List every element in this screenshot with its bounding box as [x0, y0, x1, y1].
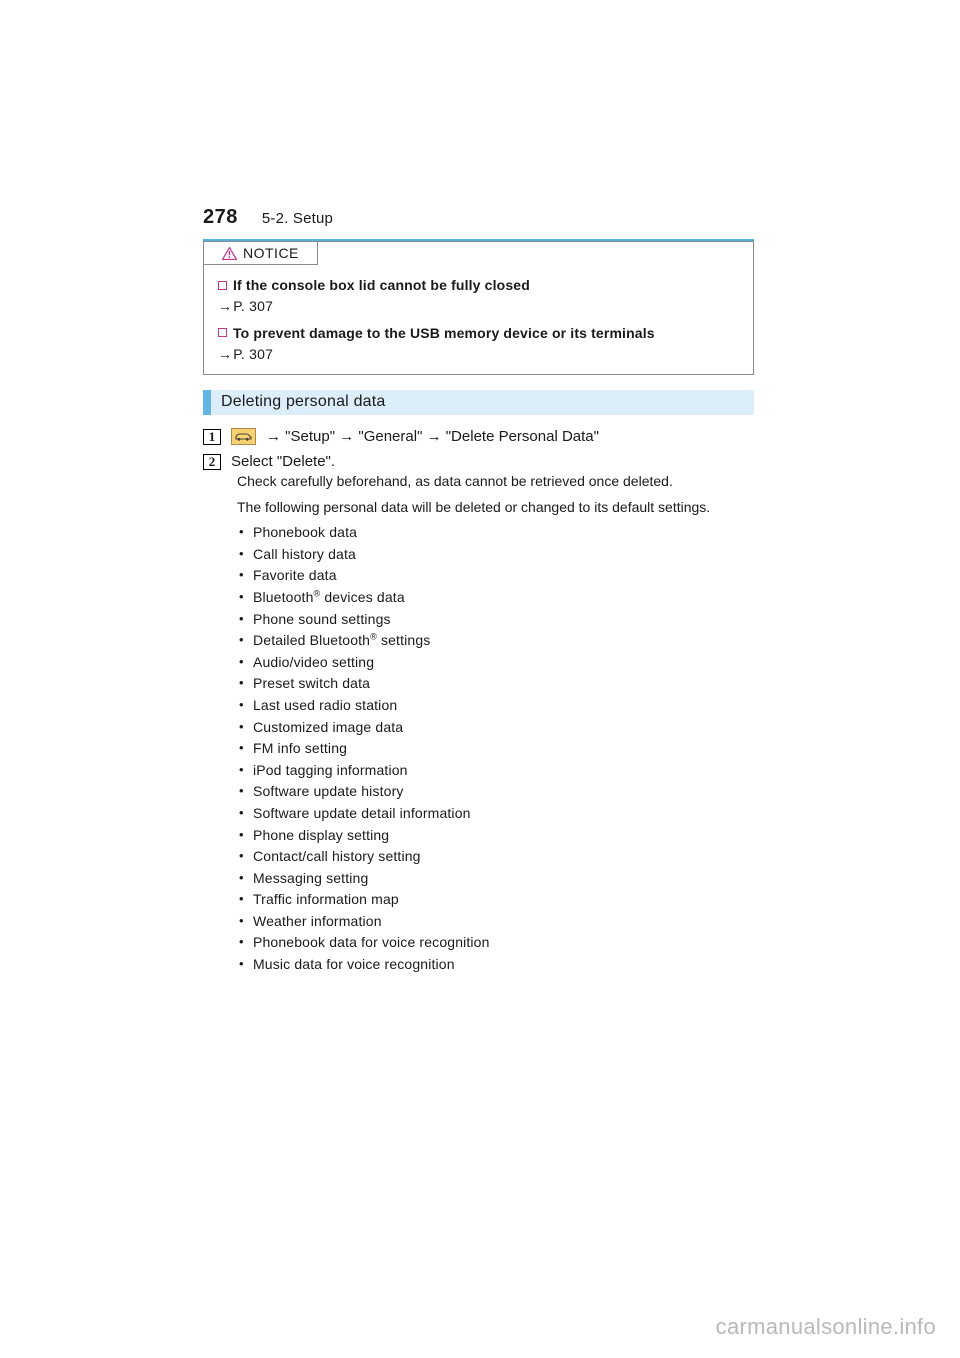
notice-heading-1-text: If the console box lid cannot be fully c… [233, 275, 530, 295]
notice-ref-1: P. 307 [218, 296, 739, 316]
step-details: Check carefully beforehand, as data cann… [237, 472, 754, 977]
notice-tab: NOTICE [204, 242, 318, 265]
notice-body: If the console box lid cannot be fully c… [204, 265, 753, 374]
step-number-1-icon: 1 [203, 429, 221, 445]
list-item: Detailed Bluetooth® settings [237, 631, 754, 651]
step-2-text: Select "Delete". [231, 453, 335, 470]
list-item: Music data for voice recognition [237, 955, 754, 975]
list-item: Phone display setting [237, 826, 754, 846]
notice-ref-2: P. 307 [218, 344, 739, 364]
watermark: carmanualsonline.info [716, 1314, 936, 1340]
car-button-icon [231, 428, 256, 445]
header-row: 278 5-2. Setup [203, 206, 754, 229]
list-item: Messaging setting [237, 869, 754, 889]
step-1-path: "Setup" "General" "Delete Personal Data" [266, 428, 599, 445]
list-item: Weather information [237, 912, 754, 932]
square-bullet-icon [218, 281, 227, 290]
list-item: FM info setting [237, 739, 754, 759]
list-item: Phonebook data for voice recognition [237, 933, 754, 953]
list-item: iPod tagging information [237, 761, 754, 781]
list-item: Bluetooth® devices data [237, 588, 754, 608]
list-item: Last used radio station [237, 696, 754, 716]
page-header: 278 5-2. Setup [203, 206, 754, 241]
note-2: The following personal data will be dele… [237, 498, 754, 518]
notice-tab-label: NOTICE [243, 245, 299, 261]
bullet-list: Phonebook data Call history data Favorit… [237, 523, 754, 974]
manual-page: 278 5-2. Setup NOTICE If the console box… [0, 0, 960, 1358]
step-number-2-icon: 2 [203, 454, 221, 470]
step-2: 2 Select "Delete". [203, 453, 754, 470]
list-item: Software update detail information [237, 804, 754, 824]
warning-triangle-icon [222, 247, 237, 260]
list-item: Phonebook data [237, 523, 754, 543]
list-item: Software update history [237, 782, 754, 802]
steps: 1 "Setup" "General" "Delete Personal Dat… [203, 420, 754, 470]
list-item: Call history data [237, 545, 754, 565]
list-item: Favorite data [237, 566, 754, 586]
step-1: 1 "Setup" "General" "Delete Personal Dat… [203, 428, 754, 445]
page-number: 278 [203, 206, 238, 229]
square-bullet-icon [218, 328, 227, 337]
list-item: Customized image data [237, 718, 754, 738]
list-item: Phone sound settings [237, 610, 754, 630]
list-item: Contact/call history setting [237, 847, 754, 867]
note-1: Check carefully beforehand, as data cann… [237, 472, 754, 492]
notice-heading-1: If the console box lid cannot be fully c… [218, 275, 739, 295]
notice-box: NOTICE If the console box lid cannot be … [203, 241, 754, 375]
section-heading: Deleting personal data [203, 390, 754, 415]
notice-heading-2-text: To prevent damage to the USB memory devi… [233, 323, 655, 343]
list-item: Audio/video setting [237, 653, 754, 673]
list-item: Traffic information map [237, 890, 754, 910]
notice-heading-2: To prevent damage to the USB memory devi… [218, 323, 739, 343]
list-item: Preset switch data [237, 674, 754, 694]
section-label: 5-2. Setup [262, 210, 333, 227]
